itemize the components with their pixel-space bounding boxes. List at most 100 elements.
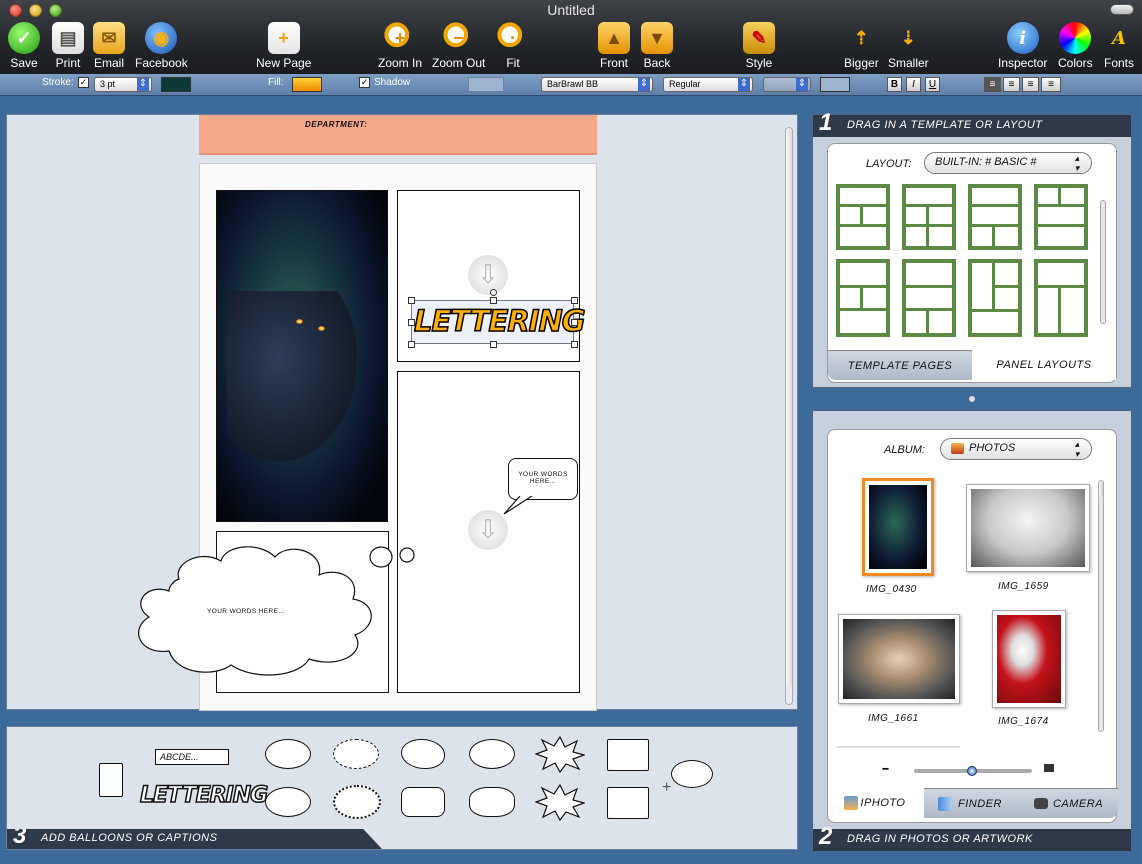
stroke-checkbox[interactable]: ✓ (78, 77, 89, 88)
tab-template-pages[interactable]: TEMPLATE PAGES (828, 350, 972, 380)
font-size-select[interactable] (763, 77, 811, 92)
tab-camera[interactable]: CAMERA (1020, 788, 1118, 818)
layout-thumb[interactable] (968, 184, 1022, 250)
back-button[interactable]: ▼ Back (641, 22, 673, 70)
bold-button[interactable]: B (887, 77, 902, 92)
facebook-button[interactable]: ◉ Facebook (135, 22, 188, 70)
panel-splitter[interactable] (969, 396, 975, 402)
speech-balloon-item[interactable] (265, 739, 311, 769)
save-button[interactable]: ✓ Save (8, 22, 40, 70)
font-style-select[interactable]: Regular (663, 77, 753, 92)
shadow-checkbox[interactable]: ✓ (359, 77, 370, 88)
layout-thumb[interactable] (836, 184, 890, 250)
resize-handle[interactable] (408, 297, 415, 304)
bigger-button[interactable]: ⇡ Bigger (844, 22, 879, 71)
stroke-color-swatch[interactable] (161, 77, 191, 92)
align-left-button[interactable]: ≡ (984, 77, 1001, 92)
photos-browser: ALBUM: PHOTOS IMG_0430 IMG_1659 IMG_1661… (827, 429, 1118, 823)
text-color-swatch[interactable] (820, 77, 850, 92)
photos-scrollbar[interactable] (1098, 480, 1104, 732)
box-balloon-item[interactable] (607, 787, 649, 819)
font-family-select[interactable]: BarBrawl BB (541, 77, 653, 92)
lettering-element[interactable]: LETTERING (408, 289, 586, 348)
colors-button[interactable]: Colors (1058, 22, 1093, 70)
page-header-strip[interactable]: DEPARTMENT: (199, 115, 597, 155)
align-justify-button[interactable]: ≡ (1041, 77, 1061, 92)
layout-thumb[interactable] (1034, 259, 1088, 337)
thought-balloon-item[interactable] (401, 739, 445, 769)
add-balloon-item[interactable] (671, 760, 713, 788)
fonts-button[interactable]: A Fonts (1103, 22, 1135, 71)
fit-button[interactable]: · Fit (497, 22, 529, 70)
speech-bubble-tail (503, 496, 533, 515)
rect-balloon-item[interactable] (607, 739, 649, 771)
resize-handle[interactable] (571, 319, 578, 326)
align-center-button[interactable]: ≡ (1003, 77, 1020, 92)
fill-color-swatch[interactable] (292, 77, 322, 92)
toolbar-toggle-button[interactable] (1110, 4, 1134, 15)
page-canvas[interactable]: DEPARTMENT: ⇩ LETTERING ⇩ YOUR WORDS HER… (6, 114, 798, 711)
smaller-button[interactable]: ⇣ Smaller (888, 22, 929, 71)
speech-bubble[interactable]: YOUR WORDS HERE... (508, 458, 578, 500)
layout-thumb[interactable] (1034, 184, 1088, 250)
color-wheel-icon (1059, 22, 1092, 54)
layout-thumb[interactable] (902, 184, 956, 250)
photo-thumb-img-1659[interactable] (966, 484, 1090, 572)
resize-handle[interactable] (571, 341, 578, 348)
scream-balloon-item[interactable] (265, 787, 311, 817)
layout-thumb[interactable] (836, 259, 890, 337)
email-button[interactable]: ✉ Email (93, 22, 125, 70)
stroke-width-select[interactable]: 3 pt (94, 77, 152, 92)
panel-photo[interactable] (216, 190, 388, 522)
rounded-balloon-item[interactable] (401, 787, 445, 817)
layout-thumb[interactable] (968, 259, 1022, 337)
resize-handle[interactable] (490, 341, 497, 348)
style-button[interactable]: ✎ Style (743, 22, 775, 70)
tab-iphoto[interactable]: IPHOTO (828, 788, 924, 818)
photos-footer: 2 Drag in photos or artwork (813, 823, 1131, 851)
print-button[interactable]: ▤ Print (52, 22, 84, 70)
canvas-scrollbar[interactable] (785, 127, 793, 705)
resize-handle[interactable] (490, 297, 497, 304)
layout-thumb[interactable] (902, 259, 956, 337)
album-select[interactable]: PHOTOS (940, 438, 1092, 460)
cloud-balloon-item[interactable] (469, 787, 515, 817)
burst-balloon-item[interactable] (535, 735, 585, 773)
shadow-color-swatch[interactable] (468, 77, 504, 92)
new-page-button[interactable]: + New Page (256, 22, 311, 70)
italic-button[interactable]: I (906, 77, 921, 92)
zoom-in-button[interactable]: + Zoom In (378, 22, 422, 70)
drop-arrow-icon: ⇩ (468, 255, 508, 295)
layouts-scrollbar[interactable] (1100, 200, 1106, 324)
underline-button[interactable]: U (925, 77, 940, 92)
lettering-item[interactable]: LETTERING (139, 782, 269, 809)
thumb-size-slider-knob[interactable] (967, 766, 977, 776)
align-right-button[interactable]: ≡ (1022, 77, 1039, 92)
tab-finder[interactable]: FINDER (924, 788, 1020, 818)
tab-panel-layouts[interactable]: PANEL LAYOUTS (972, 350, 1116, 380)
checkmark-icon: ✓ (8, 22, 40, 54)
layout-select[interactable]: BUILT-IN: # BASIC # (924, 152, 1092, 174)
resize-handle[interactable] (408, 319, 415, 326)
cat-silhouette (227, 291, 357, 461)
iphoto-icon (844, 796, 858, 810)
resize-handle[interactable] (571, 297, 578, 304)
inspector-button[interactable]: i Inspector (998, 22, 1047, 70)
photos-scrollbar-thumb[interactable] (1099, 481, 1103, 497)
caption-box-item[interactable] (99, 763, 123, 797)
photo-thumb-img-0430[interactable] (862, 478, 934, 576)
photo-thumb-img-1661[interactable] (838, 614, 960, 704)
zoom-out-button[interactable]: − Zoom Out (432, 22, 485, 70)
photo-thumb-img-1674[interactable] (992, 610, 1066, 708)
explosion-balloon-item[interactable] (535, 783, 585, 821)
jagged-balloon-item[interactable] (333, 785, 381, 819)
canvas-scrollbar-thumb[interactable] (786, 128, 792, 688)
photo-image (997, 615, 1061, 703)
whisper-balloon-item[interactable] (333, 739, 379, 769)
cat-eye (296, 319, 303, 324)
oval-balloon-item[interactable] (469, 739, 515, 769)
text-caption-item[interactable]: ABCDE... (155, 749, 229, 765)
resize-handle[interactable] (408, 341, 415, 348)
rotate-handle[interactable] (490, 289, 497, 296)
front-button[interactable]: ▲ Front (598, 22, 630, 70)
